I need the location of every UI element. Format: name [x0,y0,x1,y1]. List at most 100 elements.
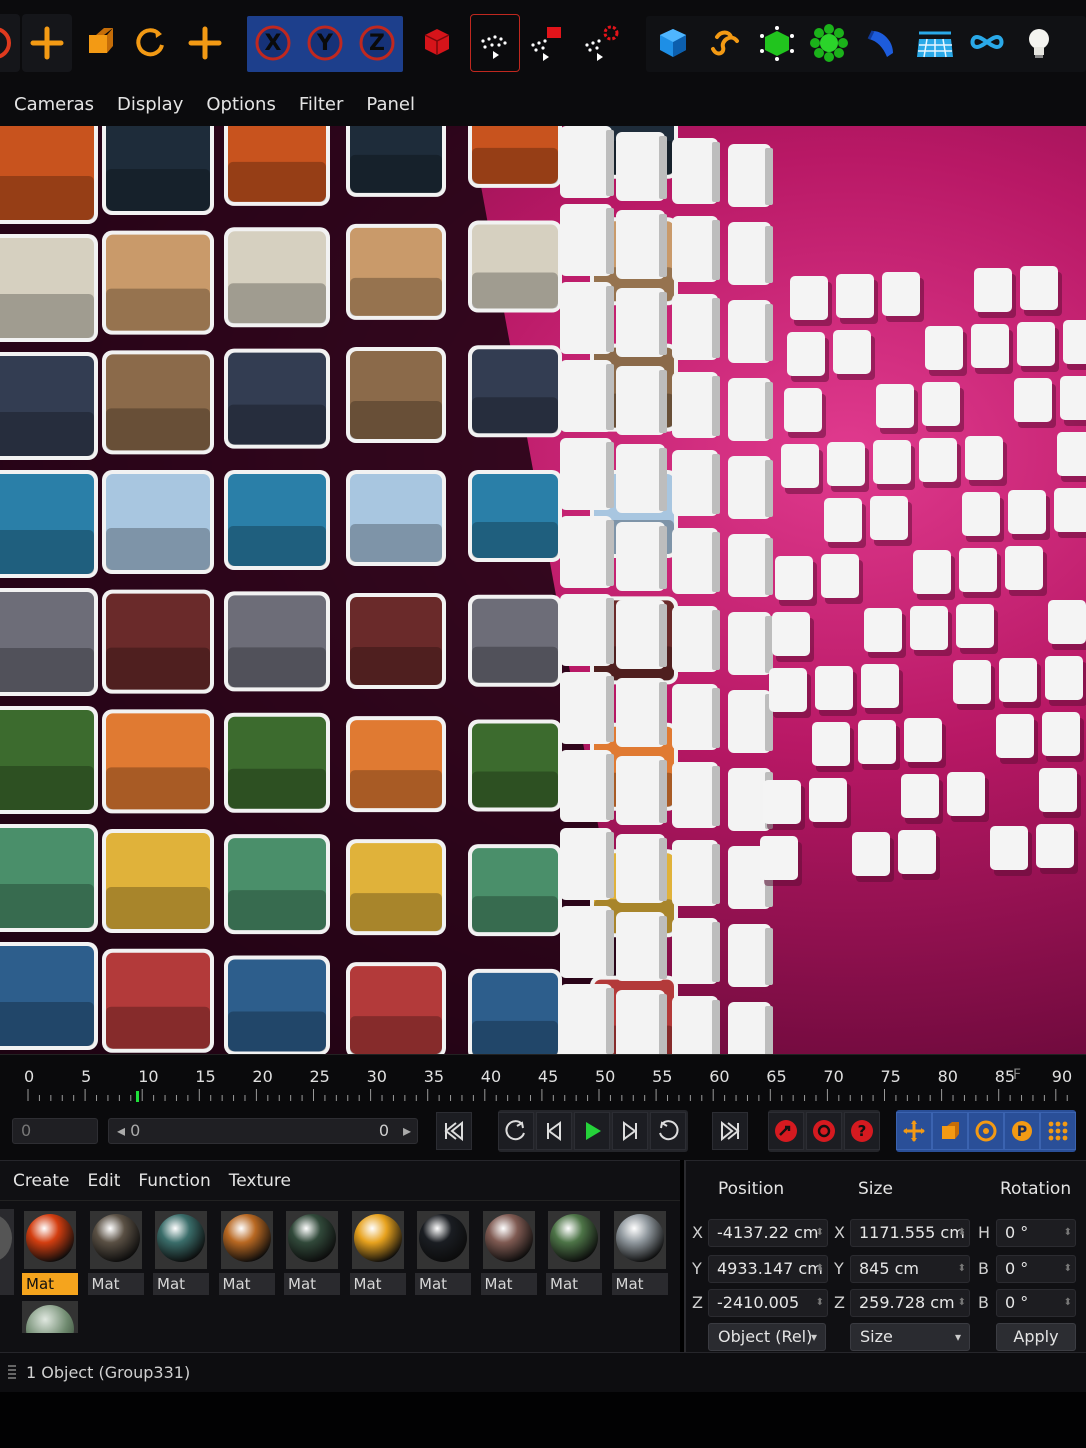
rotate-tool-icon[interactable] [126,14,176,72]
point-level-key-button[interactable] [1040,1112,1076,1150]
apply-button[interactable]: Apply [996,1323,1076,1351]
timeline-ruler[interactable]: 0 5 10 15 20 25 30 35 40 45 50 55 60 65 70 75 80 85 90 F [0,1054,1086,1103]
rotation-h-field[interactable]: 0 ° [996,1219,1076,1247]
axis-x-lock-button[interactable]: X [248,14,298,72]
scattered-cube [1005,546,1043,590]
rotation-p-field[interactable]: 0 ° [996,1255,1076,1283]
mograph-cloner-icon[interactable] [804,14,854,72]
menu-options[interactable]: Options [206,94,275,115]
keyframe-selection-button[interactable]: ? [844,1112,880,1150]
scattered-cube [971,324,1009,368]
menu-texture[interactable]: Texture [229,1171,291,1191]
axis-y-lock-button[interactable]: Y [300,14,350,72]
previous-frame-button[interactable] [536,1112,572,1150]
render-region-icon[interactable] [522,14,572,72]
material-swatch[interactable]: Mat [22,1209,78,1295]
scattered-cube [1063,320,1086,364]
parameter-key-button[interactable]: P [1004,1112,1040,1150]
menu-display[interactable]: Display [117,94,183,115]
photo-tile-shade [106,767,210,810]
white-cube [728,456,771,519]
material-swatch[interactable]: Mat [546,1209,602,1295]
material-preview [482,1211,535,1269]
go-to-start-button[interactable] [436,1112,472,1150]
material-swatch[interactable]: Mat [87,1209,144,1295]
rotation-b-field[interactable]: 0 ° [996,1289,1076,1317]
material-partial-left[interactable] [0,1209,14,1295]
position-key-button[interactable] [896,1112,932,1150]
white-cube-side [659,214,667,277]
go-to-end-button[interactable] [712,1112,748,1150]
timeline-ticks [27,1089,1068,1101]
size-z-field[interactable]: 259.728 cm [850,1289,970,1317]
current-frame-field[interactable]: 0 [12,1118,98,1144]
next-key-button[interactable] [650,1112,686,1150]
grip-handle-icon[interactable] [8,1365,16,1381]
material-swatch[interactable]: Mat [480,1209,537,1295]
photo-tile-shade [106,1006,210,1049]
object-coords-icon[interactable] [412,14,462,72]
spline-tool-icon[interactable] [700,14,750,72]
position-x-field[interactable]: -4137.22 cm [708,1219,828,1247]
size-y-field[interactable]: 845 cm [850,1255,970,1283]
position-y-field[interactable]: 4933.147 cm [708,1255,828,1283]
white-cube [560,984,612,1054]
size-mode-dropdown[interactable]: Size [850,1323,970,1351]
auto-keying-button[interactable] [806,1112,842,1150]
white-cube-side [765,148,773,205]
nurbs-icon[interactable] [752,14,802,72]
next-frame-button[interactable] [612,1112,648,1150]
material-menu-bar: Create Edit Function Texture [0,1161,680,1201]
size-x-field[interactable]: 1171.555 cm [850,1219,970,1247]
material-sphere [91,1214,140,1262]
photo-tile-shade [0,530,94,574]
scattered-cube [1054,488,1086,532]
scattered-cube [809,778,847,822]
white-cube [560,516,612,588]
scale-tool-icon[interactable] [74,14,124,72]
scattered-cube [953,660,991,704]
deformer-icon[interactable] [856,14,906,72]
rotation-key-button[interactable] [968,1112,1004,1150]
move-tool-icon[interactable] [22,14,72,72]
menu-panel[interactable]: Panel [366,94,415,115]
pos-z-label: Z [692,1293,703,1312]
menu-edit[interactable]: Edit [88,1171,121,1191]
3d-viewport[interactable] [0,126,1086,1054]
material-swatch[interactable]: Mat [218,1209,275,1295]
previous-key-button[interactable] [498,1112,534,1150]
menu-create[interactable]: Create [13,1171,70,1191]
material-partial-bottom[interactable] [22,1301,78,1333]
record-keys-button[interactable] [768,1112,804,1150]
white-cube-side [606,988,614,1054]
coordinate-mode-dropdown[interactable]: Object (Rel) [708,1323,826,1351]
partial-tool-icon[interactable] [0,14,20,72]
scale-key-button[interactable] [932,1112,968,1150]
render-view-icon[interactable] [470,14,520,72]
add-object-icon[interactable] [180,14,230,72]
material-swatch[interactable]: Mat [284,1209,340,1295]
material-swatch[interactable]: Mat [611,1209,668,1295]
menu-filter[interactable]: Filter [299,94,344,115]
material-swatch[interactable]: Mat [349,1209,406,1295]
axis-z-label: Z [369,30,385,56]
axis-z-lock-button[interactable]: Z [352,14,402,72]
material-swatch[interactable]: Mat [415,1209,471,1295]
menu-cameras[interactable]: Cameras [14,94,94,115]
white-cube [616,990,665,1054]
cube-primitive-icon[interactable] [648,14,698,72]
white-cube-side [712,922,720,982]
menu-function[interactable]: Function [138,1171,210,1191]
render-settings-icon[interactable] [576,14,626,72]
material-swatch[interactable]: Mat [153,1209,209,1295]
parameter-key-icon: P [1012,1121,1032,1141]
play-button[interactable] [574,1112,610,1150]
material-sphere [419,1214,467,1262]
position-z-field[interactable]: -2410.005 cm [708,1289,828,1338]
light-bulb-icon[interactable] [1014,14,1064,72]
white-cube [728,222,771,285]
infinity-icon[interactable] [962,14,1012,72]
svg-text:?: ? [858,1122,867,1140]
floor-scene-icon[interactable] [910,14,960,72]
frame-range-slider[interactable]: ◂ 0 0 ▸ [108,1118,418,1144]
